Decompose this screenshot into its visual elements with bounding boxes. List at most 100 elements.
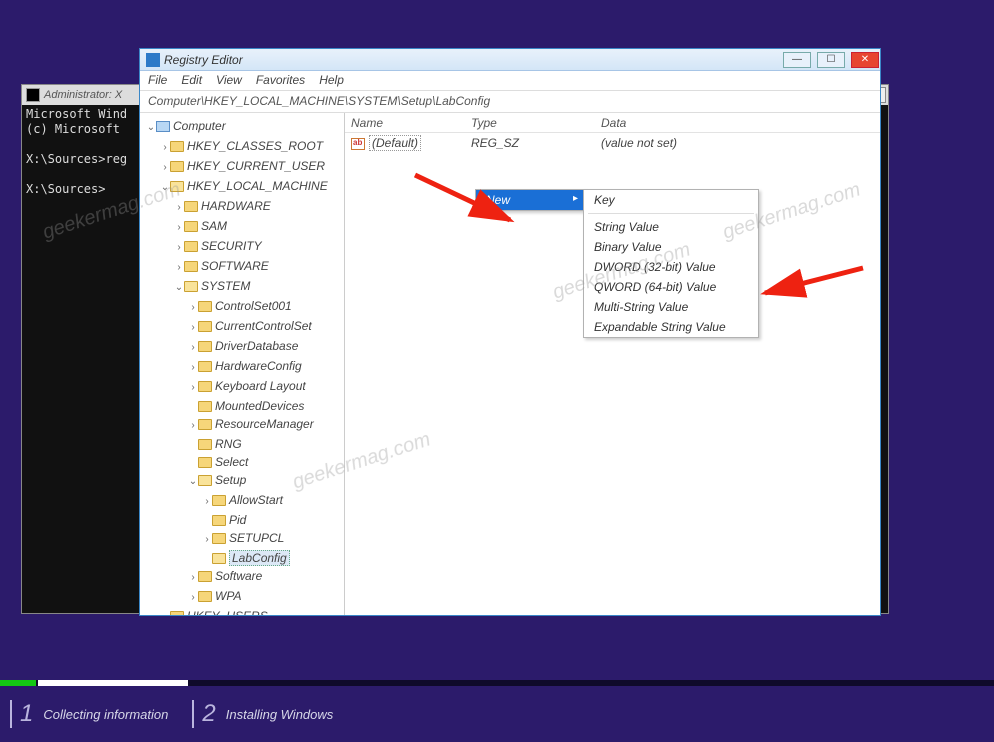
regedit-address-bar[interactable]: Computer\HKEY_LOCAL_MACHINE\SYSTEM\Setup… [140, 91, 880, 113]
col-type[interactable]: Type [465, 116, 595, 130]
tree-hardwareconfig[interactable]: ›HardwareConfig [188, 357, 344, 377]
tree-system[interactable]: ⌄SYSTEM ›ControlSet001 ›CurrentControlSe… [174, 277, 344, 607]
tree-sam[interactable]: ›SAM [174, 217, 344, 237]
folder-icon [198, 571, 212, 582]
ctx-new-string[interactable]: String Value [584, 217, 758, 237]
folder-icon [198, 301, 212, 312]
folder-icon [170, 141, 184, 152]
setup-step-1: 1 Collecting information [10, 700, 168, 728]
col-data[interactable]: Data [595, 116, 880, 130]
tree-allowstart[interactable]: ›AllowStart [202, 491, 344, 511]
tree-pid[interactable]: Pid [202, 511, 344, 529]
folder-icon [198, 591, 212, 602]
regedit-icon [146, 53, 160, 67]
cmd-icon [26, 88, 40, 102]
tree-hkcr[interactable]: ›HKEY_CLASSES_ROOT [160, 137, 344, 157]
folder-icon [198, 419, 212, 430]
folder-icon [198, 457, 212, 468]
regedit-max-button[interactable]: ☐ [817, 52, 845, 68]
folder-icon [170, 611, 184, 615]
setup-footer: 1 Collecting information 2 Installing Wind… [0, 680, 994, 742]
registry-value-list[interactable]: Name Type Data (Default) REG_SZ (value n… [345, 113, 880, 615]
regedit-min-button[interactable]: — [783, 52, 811, 68]
list-header[interactable]: Name Type Data [345, 113, 880, 133]
tree-root[interactable]: ⌄Computer ›HKEY_CLASSES_ROOT ›HKEY_CURRE… [146, 117, 344, 615]
setup-step-2: 2 Installing Windows [192, 700, 333, 728]
value-data: (value not set) [595, 136, 880, 150]
tree-labconfig[interactable]: LabConfig [202, 549, 344, 567]
registry-tree[interactable]: ⌄Computer ›HKEY_CLASSES_ROOT ›HKEY_CURRE… [140, 113, 345, 615]
folder-icon [212, 515, 226, 526]
tree-hkcu[interactable]: ›HKEY_CURRENT_USER [160, 157, 344, 177]
regedit-menubar: File Edit View Favorites Help [140, 71, 880, 91]
folder-icon [212, 495, 226, 506]
folder-icon [198, 439, 212, 450]
tree-setupcl[interactable]: ›SETUPCL [202, 529, 344, 549]
tree-software[interactable]: ›SOFTWARE [174, 257, 344, 277]
folder-icon [170, 161, 184, 172]
menu-file[interactable]: File [148, 73, 167, 88]
ctx-new-binary[interactable]: Binary Value [584, 237, 758, 257]
ctx-new-expandstring[interactable]: Expandable String Value [584, 317, 758, 337]
context-menu-new-submenu: Key String Value Binary Value DWORD (32-… [583, 189, 759, 338]
regedit-close-button[interactable]: ✕ [851, 52, 879, 68]
tree-resourcemanager[interactable]: ›ResourceManager [188, 415, 344, 435]
folder-icon [198, 321, 212, 332]
folder-icon [198, 475, 212, 486]
tree-keyboardlayout[interactable]: ›Keyboard Layout [188, 377, 344, 397]
tree-currentcontrolset[interactable]: ›CurrentControlSet [188, 317, 344, 337]
chevron-right-icon: ▸ [573, 193, 578, 204]
tree-controlset001[interactable]: ›ControlSet001 [188, 297, 344, 317]
menu-favorites[interactable]: Favorites [256, 73, 305, 88]
folder-icon [198, 361, 212, 372]
folder-icon [184, 281, 198, 292]
value-type: REG_SZ [465, 136, 595, 150]
regedit-titlebar[interactable]: Registry Editor — ☐ ✕ [140, 49, 880, 71]
ctx-new-key[interactable]: Key [584, 190, 758, 210]
context-menu-primary: New▸ [475, 189, 585, 211]
folder-icon [212, 533, 226, 544]
step-number: 2 [192, 700, 215, 728]
tree-setup[interactable]: ⌄Setup ›AllowStart Pid ›SETUPCL LabConfi… [188, 471, 344, 567]
ctx-new-qword[interactable]: QWORD (64-bit) Value [584, 277, 758, 297]
menu-view[interactable]: View [216, 73, 242, 88]
tree-security[interactable]: ›SECURITY [174, 237, 344, 257]
tree-hardware[interactable]: ›HARDWARE [174, 197, 344, 217]
tree-mounteddevices[interactable]: MountedDevices [188, 397, 344, 415]
ctx-new-multistring[interactable]: Multi-String Value [584, 297, 758, 317]
folder-icon [184, 201, 198, 212]
regedit-title-text: Registry Editor [164, 53, 243, 67]
folder-icon [184, 241, 198, 252]
ctx-new-dword[interactable]: DWORD (32-bit) Value [584, 257, 758, 277]
folder-icon [198, 401, 212, 412]
string-value-icon [351, 138, 365, 150]
step-number: 1 [10, 700, 33, 728]
step-label: Collecting information [43, 707, 168, 722]
folder-icon [212, 553, 226, 564]
ctx-new[interactable]: New▸ [476, 190, 584, 210]
folder-icon [198, 381, 212, 392]
tree-wpa[interactable]: ›WPA [188, 587, 344, 607]
progress-segment-current [38, 680, 188, 686]
menu-edit[interactable]: Edit [181, 73, 202, 88]
tree-rng[interactable]: RNG [188, 435, 344, 453]
regedit-address-text: Computer\HKEY_LOCAL_MACHINE\SYSTEM\Setup… [148, 94, 490, 108]
regedit-window: Registry Editor — ☐ ✕ File Edit View Fav… [139, 48, 881, 616]
value-row-default[interactable]: (Default) REG_SZ (value not set) [345, 133, 880, 153]
tree-hku[interactable]: ›HKEY_USERS [160, 607, 344, 615]
value-name: (Default) [369, 135, 421, 151]
tree-software2[interactable]: ›Software [188, 567, 344, 587]
folder-icon [184, 221, 198, 232]
tree-select[interactable]: Select [188, 453, 344, 471]
tree-hklm[interactable]: ⌄HKEY_LOCAL_MACHINE ›HARDWARE ›SAM ›SECU… [160, 177, 344, 607]
folder-icon [184, 261, 198, 272]
computer-icon [156, 121, 170, 132]
progress-segment-done [0, 680, 36, 686]
menu-help[interactable]: Help [319, 73, 344, 88]
folder-icon [198, 341, 212, 352]
cmd-title-text: Administrator: X [44, 89, 122, 101]
folder-icon [170, 181, 184, 192]
step-label: Installing Windows [226, 707, 334, 722]
col-name[interactable]: Name [345, 116, 465, 130]
tree-driverdatabase[interactable]: ›DriverDatabase [188, 337, 344, 357]
